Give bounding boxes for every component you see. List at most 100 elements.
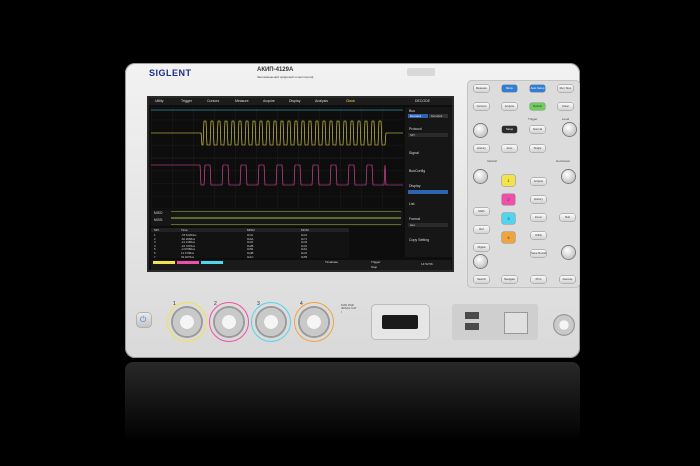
trigger-label: Trigger bbox=[371, 260, 381, 264]
table-row[interactable]: 7 33.4076us 0x1C 0x55 bbox=[151, 254, 349, 259]
trigger-section-label: Trigger bbox=[528, 117, 538, 121]
roll-button[interactable]: Roll bbox=[560, 214, 575, 221]
table-header-time: Time bbox=[181, 228, 188, 232]
menu-measure[interactable]: Measure bbox=[235, 99, 249, 103]
spo-badge bbox=[407, 68, 435, 76]
sidebar-busconfig[interactable]: BusConfig bbox=[409, 169, 425, 173]
default-button[interactable]: Default bbox=[530, 103, 545, 110]
ch3-bnc[interactable] bbox=[255, 306, 287, 338]
reflection bbox=[125, 362, 580, 442]
vertical-label: Vertical bbox=[487, 159, 497, 163]
print-button[interactable]: Print bbox=[531, 276, 546, 283]
usb-port-2[interactable] bbox=[465, 323, 479, 330]
history-top-button[interactable]: History bbox=[474, 145, 489, 152]
vertical-position-knob[interactable] bbox=[474, 170, 487, 183]
clear-sweeps-button[interactable]: Clear Sweeps bbox=[558, 103, 573, 110]
acquire-button[interactable]: Acquire bbox=[531, 178, 546, 185]
zoom-button[interactable]: Zoom bbox=[531, 214, 546, 221]
decode-table: SPI Time MISO MOSI 1 -78.61364us 0x41 0x31 2… bbox=[151, 228, 349, 259]
timebase-label: Timebase bbox=[325, 260, 339, 264]
menu-trigger[interactable]: Trigger bbox=[181, 99, 192, 103]
cursors-button[interactable]: Cursors bbox=[474, 103, 489, 110]
format-select[interactable]: Hex bbox=[408, 223, 448, 227]
ch2-bnc[interactable] bbox=[213, 306, 245, 338]
trigger-state: Stop bbox=[371, 265, 378, 269]
acquire-top-button[interactable]: Acquire bbox=[502, 103, 517, 110]
digital-probe-panel bbox=[372, 305, 429, 339]
sidebar-copy-setting[interactable]: Copy Setting bbox=[409, 238, 429, 242]
ref-button[interactable]: Ref bbox=[474, 226, 489, 233]
miso-bus bbox=[171, 211, 401, 218]
trigger-level-knob[interactable] bbox=[563, 123, 576, 136]
digital-button[interactable]: Digital bbox=[474, 244, 489, 251]
clock-time: 14:52:56 bbox=[421, 262, 433, 266]
menu-analysis[interactable]: Analysis bbox=[315, 99, 328, 103]
menu-cursors[interactable]: Cursors bbox=[207, 99, 219, 103]
input-spec: 1MΩ 15pF 400Vpk CAT I bbox=[341, 303, 357, 314]
sidebar-format: Format bbox=[409, 217, 421, 221]
search-button[interactable]: Search bbox=[474, 276, 489, 283]
menu-acquire[interactable]: Acquire bbox=[263, 99, 275, 103]
time-div-knob[interactable] bbox=[562, 246, 575, 259]
model-name: АКИП-4129А bbox=[257, 67, 294, 73]
aux-bnc[interactable] bbox=[553, 314, 575, 336]
menu-button[interactable]: Menu bbox=[502, 85, 517, 92]
measure-button[interactable]: Measure bbox=[474, 85, 489, 92]
sidebar-signal[interactable]: Signal bbox=[409, 151, 419, 155]
protocol-select[interactable]: SPI bbox=[408, 133, 448, 137]
ch3-status[interactable] bbox=[201, 261, 223, 264]
mosi-bus bbox=[171, 218, 401, 225]
ch4-button[interactable]: 4 bbox=[502, 232, 515, 243]
trigger-setup-button[interactable]: Setup bbox=[502, 126, 517, 133]
history-button[interactable]: History bbox=[531, 196, 546, 203]
bus-label-miso: MISO bbox=[154, 211, 163, 215]
run-stop-button[interactable]: Run Stop bbox=[558, 85, 573, 92]
bus-label-mosi: MOSI bbox=[154, 218, 163, 222]
ch1-bnc[interactable] bbox=[171, 306, 203, 338]
model-subtitle: Запоминающий цифровой осциллограф bbox=[257, 75, 314, 79]
table-header-mosi: MOSI bbox=[301, 228, 309, 232]
table-header: SPI Time MISO MOSI bbox=[151, 228, 349, 232]
trigger-auto-button[interactable]: Auto bbox=[502, 145, 517, 152]
menu-display[interactable]: Display bbox=[289, 99, 300, 103]
bus-tab-decode1[interactable]: Decode1 bbox=[408, 114, 428, 118]
decode-button[interactable]: Decode bbox=[560, 276, 575, 283]
clock-label: Clock bbox=[346, 99, 355, 103]
table-header-miso: MISO bbox=[247, 228, 255, 232]
display-toggle[interactable] bbox=[408, 190, 448, 194]
waveform-plot bbox=[151, 107, 403, 209]
usb-port-1[interactable] bbox=[465, 312, 479, 319]
power-icon: ⏻ bbox=[140, 315, 147, 324]
ch2-status[interactable] bbox=[177, 261, 199, 264]
volts-div-knob[interactable] bbox=[474, 255, 487, 268]
ch2-button[interactable]: 2 bbox=[502, 194, 515, 205]
auto-setup-button[interactable]: Auto Setup bbox=[530, 85, 545, 92]
ch3-button[interactable]: 3 bbox=[502, 213, 515, 224]
usb-panel bbox=[452, 304, 538, 340]
ch1-status[interactable] bbox=[153, 261, 175, 264]
menu-bar: Utility Trigger Cursors Measure Acquire … bbox=[149, 98, 452, 105]
table-cell: 0x1C bbox=[247, 254, 254, 259]
intensity-knob[interactable] bbox=[474, 124, 487, 137]
sidebar-list[interactable]: List bbox=[409, 202, 414, 206]
trigger-normal-button[interactable]: Normal bbox=[530, 126, 545, 133]
bus-tab-decode2[interactable]: Decode2 bbox=[429, 114, 448, 118]
menu-utility[interactable]: Utility bbox=[155, 99, 164, 103]
math-button[interactable]: Math bbox=[474, 208, 489, 215]
trigger-single-button[interactable]: Single bbox=[530, 145, 545, 152]
probe-comp-terminals[interactable] bbox=[504, 312, 528, 334]
navigate-button[interactable]: Navigate bbox=[502, 276, 517, 283]
digital-probe-port[interactable] bbox=[382, 315, 418, 329]
level-label: Level bbox=[562, 117, 570, 121]
power-button[interactable]: ⏻ bbox=[137, 313, 151, 327]
ch1-button[interactable]: 1 bbox=[502, 175, 515, 186]
sidebar-protocol: Protocol bbox=[409, 127, 422, 131]
utility-button[interactable]: Utility bbox=[531, 232, 546, 239]
horizontal-position-knob[interactable] bbox=[562, 170, 575, 183]
table-cell: 7 bbox=[154, 254, 156, 259]
ch4-bnc[interactable] bbox=[298, 306, 330, 338]
save-recall-button[interactable]: Save Recall bbox=[531, 250, 546, 257]
top-bar: SIGLENT АКИП-4129А Запоминающий цифровой… bbox=[147, 66, 457, 80]
table-header-spi: SPI bbox=[154, 228, 159, 232]
status-strip: Timebase Trigger Stop 14:52:56 bbox=[151, 260, 451, 270]
